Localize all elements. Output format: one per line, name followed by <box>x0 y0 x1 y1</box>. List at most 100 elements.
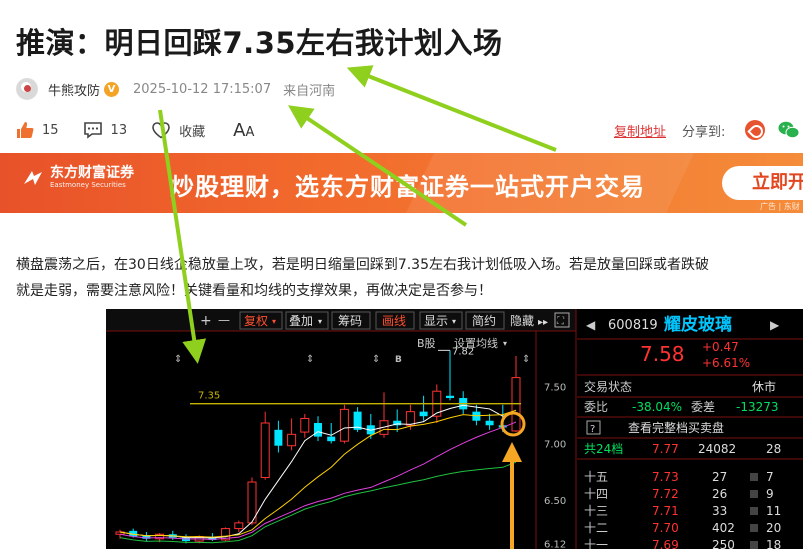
book-extra: 9 <box>766 487 774 501</box>
chevron-down-icon: ▾ <box>318 317 322 326</box>
current-price: 7.58 <box>640 342 685 366</box>
y-axis-label: 6.12 <box>544 539 566 549</box>
thumbs-up-icon <box>17 122 34 138</box>
prev-stock-icon[interactable]: ◀ <box>586 318 596 332</box>
weibi-value: -38.04% <box>632 400 682 414</box>
book-depth-bar <box>750 541 758 549</box>
article-body: 横盘震荡之后，在30日线企稳放量上攻，若是明日缩量回踩到7.35左右我计划低吸入… <box>16 252 803 304</box>
book-extra: 18 <box>766 538 781 549</box>
heart-icon <box>152 122 170 139</box>
candle-body <box>287 433 297 447</box>
next-stock-icon[interactable]: ▶ <box>770 318 780 332</box>
book-depth-bar <box>750 524 758 532</box>
moving-average-line <box>119 461 517 544</box>
fuquan-menu[interactable]: 复权 <box>244 314 268 328</box>
candle-body <box>274 429 283 446</box>
book-level: 十一 <box>584 538 608 549</box>
candle-body <box>485 420 494 426</box>
book-volume: 33 <box>712 504 727 518</box>
chevron-down-icon: ▾ <box>452 317 456 326</box>
event-marker-icon: ⇕ <box>306 354 314 365</box>
total-price: 7.77 <box>652 442 679 456</box>
diejia-menu[interactable]: 叠加 <box>289 314 313 328</box>
brand-logo: 东方财富证券 Eastmoney Securities <box>22 165 134 190</box>
book-extra: 20 <box>766 521 781 535</box>
y-axis-label: 6.50 <box>544 496 566 507</box>
comment-icon <box>83 122 102 139</box>
publish-location: 来自河南 <box>283 83 336 99</box>
price-change-pct: +6.61% <box>702 356 750 370</box>
stock-name: 耀皮玻璃 <box>664 314 732 335</box>
xianshi-menu[interactable]: 显示 <box>424 314 448 328</box>
like-button[interactable]: 15 <box>16 121 59 139</box>
weibi-label: 委比 <box>584 400 608 414</box>
candle-body <box>446 395 454 399</box>
favorite-label: 收藏 <box>179 124 206 140</box>
candle-body <box>327 436 336 442</box>
book-level: 十三 <box>584 504 608 518</box>
huaxian-button[interactable]: 画线 <box>382 314 406 328</box>
brand-name-en: Eastmoney Securities <box>50 181 126 189</box>
book-price: 7.71 <box>652 504 679 518</box>
copy-link-button[interactable]: 复制地址 <box>614 121 666 140</box>
expand-arrows-icon[interactable]: ▸▸ <box>538 317 548 328</box>
author-name[interactable]: 牛熊攻防 <box>48 80 100 99</box>
total-levels-label: 共24档 <box>584 442 623 456</box>
book-level: 十四 <box>584 487 608 501</box>
action-bar: 15 13 收藏 AA 复制地址 分享到: <box>16 118 803 142</box>
book-depth-bar <box>750 507 758 515</box>
candle-body <box>260 422 270 478</box>
jianyue-button[interactable]: 简约 <box>472 313 496 328</box>
share-weibo-icon[interactable] <box>745 120 765 140</box>
candle-body <box>234 522 244 530</box>
share-label: 分享到: <box>682 124 726 140</box>
book-extra: 7 <box>766 470 774 484</box>
comment-count: 13 <box>110 122 128 138</box>
book-price: 7.72 <box>652 487 679 501</box>
yincang-button[interactable]: 隐藏 <box>510 314 534 328</box>
stock-chart-image: + — 复权 ▾ 叠加 ▾ 筹码 画线 显示 ▾ 简约 隐藏 ▸▸ ⛶ B股 设… <box>106 309 803 549</box>
book-volume: 402 <box>712 521 735 535</box>
chevron-down-icon: ▾ <box>272 317 276 326</box>
zoom-in-button[interactable]: + <box>200 313 212 329</box>
status-value: 休市 <box>752 379 776 394</box>
chevron-down-icon: ▾ <box>503 339 507 348</box>
font-size-large: A <box>233 119 246 141</box>
stock-code: 600819 <box>608 318 658 333</box>
eastmoney-logo-icon <box>24 170 42 185</box>
comment-button[interactable]: 13 <box>83 121 128 139</box>
event-marker-icon: ⇕ <box>522 354 530 365</box>
y-axis-label: 7.50 <box>544 383 566 394</box>
font-size-toggle[interactable]: AA <box>233 120 254 141</box>
y-axis-label: 7.00 <box>544 439 566 450</box>
help-icon[interactable]: ? <box>590 424 595 435</box>
font-size-small: A <box>245 124 255 140</box>
book-volume: 26 <box>712 487 727 501</box>
zoom-out-button[interactable]: — <box>218 313 230 327</box>
share-wechat-icon[interactable] <box>778 120 800 140</box>
open-account-button[interactable]: 立即开 <box>722 166 803 200</box>
ad-tag: 广告 | 东财 <box>760 202 800 211</box>
b-share-label: B股 <box>417 337 436 350</box>
book-volume: 250 <box>712 538 735 549</box>
weicha-label: 委差 <box>691 400 715 414</box>
event-marker-icon: ⇕ <box>372 354 380 365</box>
brand-name-cn: 东方财富证券 <box>50 165 134 181</box>
fullscreen-icon[interactable]: ⛶ <box>556 316 565 327</box>
book-level: 十二 <box>584 521 608 535</box>
b-marker-icon: B <box>395 355 402 365</box>
total-extra: 28 <box>766 442 781 456</box>
book-depth-bar <box>750 473 758 481</box>
ad-banner[interactable]: 东方财富证券 Eastmoney Securities 炒股理财，选东方财富证券… <box>0 153 803 213</box>
article-line-1: 横盘震荡之后，在30日线企稳放量上攻，若是明日缩量回踩到7.35左右我计划低吸入… <box>16 257 709 273</box>
favorite-button[interactable]: 收藏 <box>151 121 205 140</box>
candle-body <box>314 423 322 437</box>
candle-body <box>339 408 349 442</box>
verified-badge-icon: V <box>104 81 120 97</box>
candle-body <box>300 417 310 433</box>
author-avatar[interactable] <box>16 78 38 100</box>
book-volume: 27 <box>712 470 727 484</box>
view-full-book-link[interactable]: 查看完整档买卖盘 <box>628 420 724 435</box>
book-level: 十五 <box>584 470 608 484</box>
chouma-button[interactable]: 筹码 <box>338 314 362 328</box>
